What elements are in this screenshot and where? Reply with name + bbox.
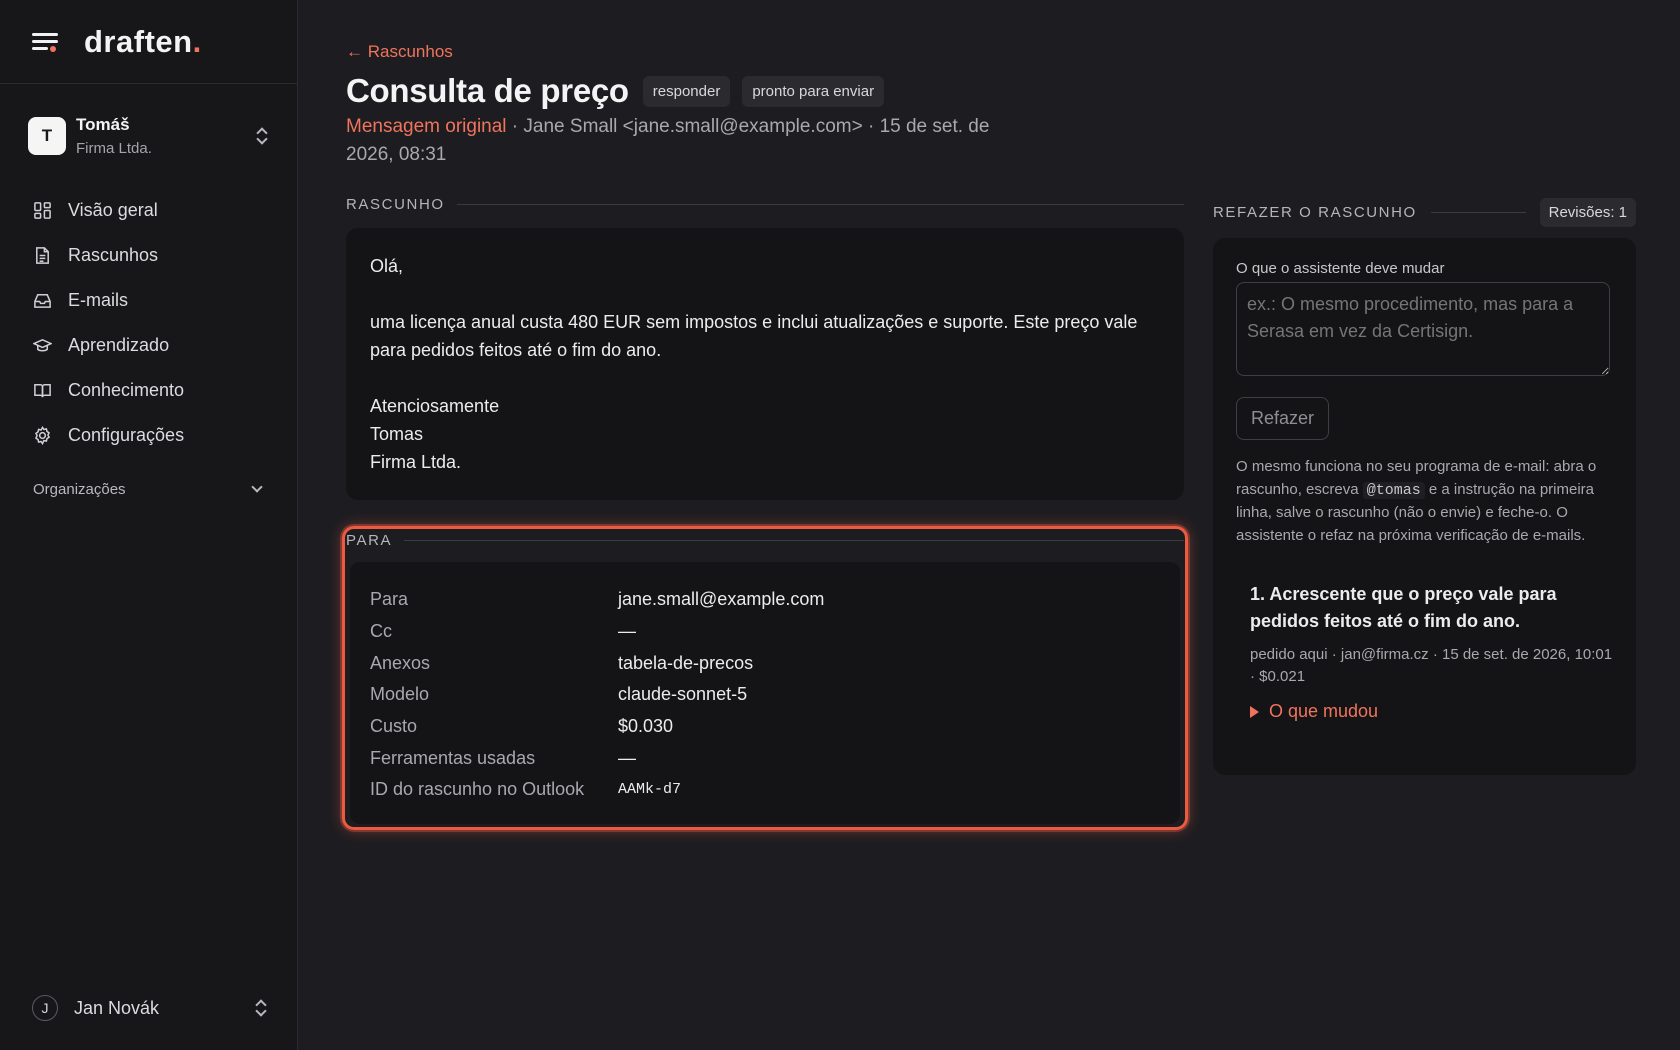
detail-row-ferramentas: Ferramentas usadas — [370,747,636,768]
para-section-label: Para [346,532,393,549]
chevron-up-down-icon [255,126,269,146]
revisions-badge: Revisões: 1 [1539,198,1636,227]
para-details: Para jane.small@example.com Cc — Anexos tab… [350,562,1180,824]
organizations-label: Organizações [33,480,126,498]
instruction-input[interactable] [1236,282,1610,376]
divider [404,540,1184,541]
sidebar: draften. T Tomáš Firma Ltda. Visão geral… [0,0,298,1050]
triangle-right-icon [1250,705,1259,718]
nav-item-configuracoes[interactable]: Configurações [0,413,297,458]
revision-item: 1. Acrescente que o preço vale para pedi… [1236,581,1613,722]
nav-item-conhecimento[interactable]: Conhecimento [0,368,297,413]
logo[interactable]: draften. [84,24,202,60]
redo-section-label: Refazer o rascunho [1213,204,1417,221]
book-icon [33,381,52,400]
graduation-cap-icon [33,336,52,355]
account-switcher[interactable]: T Tomáš Firma Ltda. [0,84,297,188]
gear-icon [33,426,52,445]
type-badge: responder [642,75,731,107]
original-message-link[interactable]: Mensagem original [346,116,507,137]
mention-code: @tomas [1362,481,1425,499]
main-content: ← Rascunhos Consulta de preço responder … [342,0,1636,1050]
back-to-drafts-link[interactable]: ← Rascunhos [346,42,453,62]
nav-item-aprendizado[interactable]: Aprendizado [0,323,297,368]
inbox-icon [33,291,52,310]
divider [1430,212,1526,213]
detail-row-anexos: Anexos tabela-de-precos [370,652,754,673]
detail-row-custo: Custo $0.030 [370,716,674,737]
draft-section-label: Rascunho [346,196,445,213]
original-message-meta: Mensagem original · Jane Small <jane.sma… [346,113,1006,169]
account-org: Firma Ltda. [76,140,152,157]
draft-body: Olá, uma licença anual custa 480 EUR sem… [346,228,1184,500]
redo-section-header: Refazer o rascunho Revisões: 1 [1213,198,1636,227]
draft-closing: Atenciosamente [370,396,500,416]
menu-icon[interactable] [32,31,58,53]
revision-meta: pedido aqui · jan@firma.cz · 15 de set. … [1250,646,1613,685]
document-icon [33,246,52,265]
grid-icon [33,201,52,220]
user-name: Jan Novák [74,997,160,1018]
instruction-label: O que o assistente deve mudar [1236,260,1445,277]
organizations-toggle[interactable]: Organizações [0,464,297,514]
nav-item-rascunhos[interactable]: Rascunhos [0,233,297,278]
chevron-up-down-icon [254,998,268,1018]
revision-title: 1. Acrescente que o preço vale para pedi… [1250,584,1557,631]
detail-row-para: Para jane.small@example.com [370,589,825,610]
help-text: O mesmo funciona no seu programa de e-ma… [1236,458,1597,544]
detail-row-cc: Cc — [370,621,636,642]
detail-row-outlook-id: ID do rascunho no Outlook AAMk-d7 [370,779,682,800]
what-changed-toggle[interactable]: O que mudou [1250,701,1613,722]
draft-signature-name: Tomas [370,424,424,444]
nav-item-emails[interactable]: E-mails [0,278,297,323]
draft-paragraph: uma licença anual custa 480 EUR sem impo… [370,312,1138,360]
account-name: Tomáš [76,115,130,134]
draft-greeting: Olá, [370,256,404,276]
brand-bar: draften. [0,0,297,84]
draft-section-header: Rascunho [346,196,1184,213]
chevron-down-icon [251,481,263,493]
account-avatar: T [28,117,66,155]
divider [456,204,1184,205]
user-avatar: J [32,995,58,1021]
para-section-header: Para [346,532,1184,549]
detail-row-modelo: Modelo claude-sonnet-5 [370,684,748,705]
page-title: Consulta de preço [346,72,629,109]
user-switcher[interactable]: J Jan Novák [0,966,298,1050]
nav-item-visao-geral[interactable]: Visão geral [0,188,297,233]
redo-panel: O que o assistente deve mudar Refazer O … [1213,238,1636,775]
title-row: Consulta de preço responder pronto para … [346,72,896,110]
status-badge: pronto para enviar [742,75,885,107]
redo-button[interactable]: Refazer [1236,397,1330,440]
draft-signature-org: Firma Ltda. [370,452,462,472]
main-nav: Visão geral Rascunhos E-mails Aprendizad… [0,188,297,458]
